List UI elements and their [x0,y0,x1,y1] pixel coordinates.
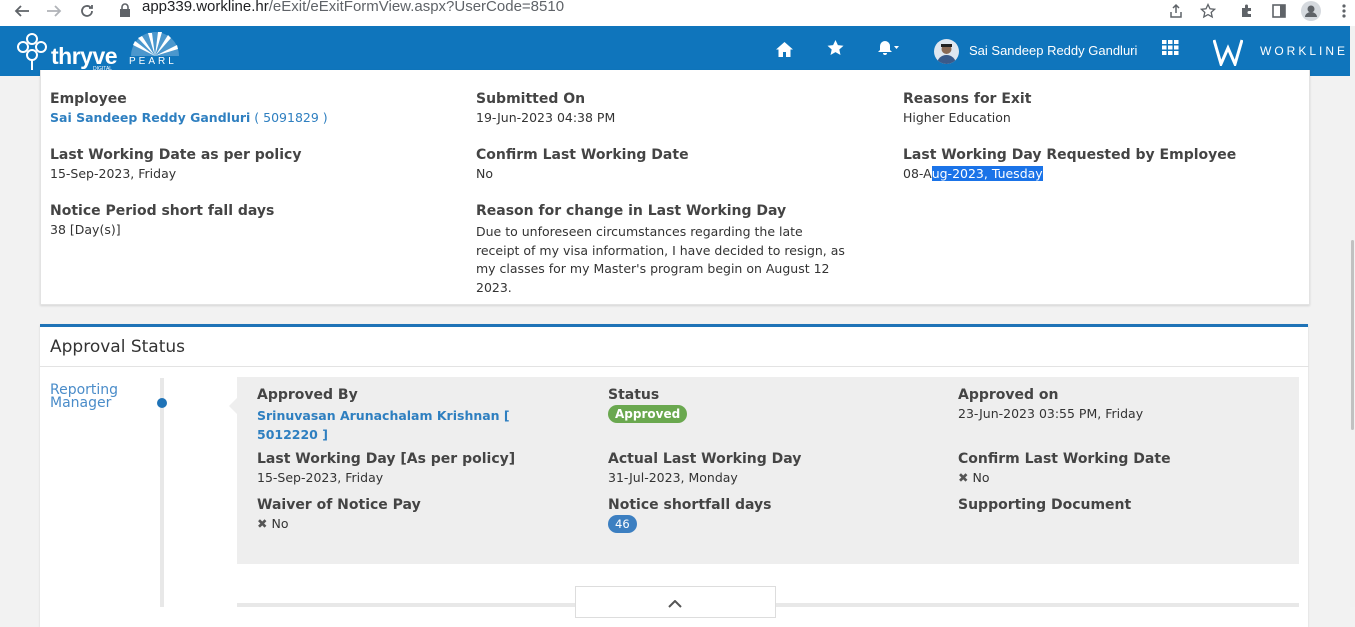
divider [40,366,1309,367]
user-name[interactable]: Sai Sandeep Reddy Gandluri [969,43,1137,58]
apps-grid-icon[interactable] [1162,40,1179,59]
waiver-value: ✖ No [257,516,288,531]
url-path: /eExit/eExitFormView.aspx?UserCode=8510 [268,0,565,15]
approval-confirm-lwd-text: No [972,470,990,485]
approval-lwd-policy-value: 15-Sep-2023, Friday [257,470,384,485]
cross-icon: ✖ [958,470,969,485]
submitted-on-value: 19-Jun-2023 04:38 PM [476,110,616,125]
favorites-star-icon[interactable] [827,40,844,60]
profile-icon[interactable] [1300,0,1322,22]
scrollbar-thumb[interactable] [1351,240,1354,430]
back-arrow-icon[interactable] [11,0,33,22]
approval-confirm-lwd-label: Confirm Last Working Date [958,451,1171,467]
reload-icon[interactable] [76,0,98,22]
extensions-icon[interactable] [1236,0,1258,22]
lock-icon[interactable] [117,2,133,18]
supporting-document-label: Supporting Document [958,497,1132,513]
approval-notice-shortfall-label: Notice shortfall days [608,497,772,513]
employee-name-link[interactable]: Sai Sandeep Reddy Gandluri [50,110,250,125]
status-value: Approved [608,405,688,423]
timeline-stage-label: Reporting Manager [50,382,119,411]
scroll-up-tab[interactable] [575,586,776,618]
lwd-policy-label: Last Working Date as per policy [50,147,302,163]
workline-logo-icon [1212,38,1244,70]
confirm-lwd-label: Confirm Last Working Date [476,147,689,163]
approval-lwd-policy-label: Last Working Day [As per policy] [257,451,516,467]
lwd-policy-value: 15-Sep-2023, Friday [50,166,177,181]
approval-status-title: Approval Status [50,337,186,357]
submitted-on-label: Submitted On [476,91,586,107]
address-bar[interactable]: app339.workline.hr/eExit/eExitFormView.a… [142,0,564,15]
panel-pointer [229,398,237,414]
confirm-lwd-value: No [476,166,493,181]
timeline-dot [157,398,167,408]
workline-logo-text: WORKLINE [1260,44,1349,58]
pearl-logo-text: PEARL [129,56,177,67]
approval-confirm-lwd-value: ✖ No [958,470,989,485]
menu-kebab-icon[interactable] [1333,0,1355,22]
actual-lwd-value: 31-Jul-2023, Monday [608,470,738,485]
browser-toolbar: app339.workline.hr/eExit/eExitFormView.a… [0,0,1355,26]
status-badge: Approved [608,405,688,423]
app-header [0,26,1350,76]
waiver-text: No [271,516,289,531]
share-icon[interactable] [1165,0,1187,22]
home-icon[interactable] [776,42,793,61]
reasons-for-exit-label: Reasons for Exit [903,91,1032,107]
employee-code: ( 5091829 ) [254,110,328,125]
lwd-requested-label: Last Working Day Requested by Employee [903,147,1237,163]
notice-shortfall-label: Notice Period short fall days [50,203,275,219]
employee-label: Employee [50,91,127,107]
approved-on-label: Approved on [958,387,1059,403]
user-avatar[interactable] [934,39,959,64]
approval-notice-shortfall-value: 46 [608,515,637,533]
actual-lwd-label: Actual Last Working Day [608,451,802,467]
star-bookmark-icon[interactable] [1197,0,1219,22]
reason-change-value: Due to unforeseen circumstances regardin… [476,224,845,295]
forward-arrow-icon[interactable] [43,0,65,22]
status-label: Status [608,387,660,403]
reason-change-label: Reason for change in Last Working Day [476,203,787,219]
lwd-requested-value: 08-Aug-2023, Tuesday [903,166,1043,181]
cross-icon: ✖ [257,516,268,531]
waiver-label: Waiver of Notice Pay [257,497,421,513]
timeline-line [160,378,164,607]
approved-on-value: 23-Jun-2023 03:55 PM, Friday [958,406,1144,421]
url-host: app339.workline.hr [142,0,269,15]
reasons-for-exit-value: Higher Education [903,110,1011,125]
employee-value: Sai Sandeep Reddy Gandluri ( 5091829 ) [50,110,328,125]
side-panel-icon[interactable] [1268,0,1290,22]
approved-by-label: Approved By [257,387,358,403]
notifications-bell-icon[interactable] [878,40,900,60]
notice-shortfall-value: 38 [Day(s)] [50,222,121,237]
lwd-requested-selected-text: ug-2023, Tuesday [931,166,1043,181]
approved-by-value: Srinuvasan Arunachalam Krishnan [ 501222… [257,406,557,444]
lwd-requested-prefix: 08-A [903,166,932,181]
notice-shortfall-badge: 46 [608,515,637,533]
approved-by-link[interactable]: Srinuvasan Arunachalam Krishnan [ 501222… [257,408,510,442]
